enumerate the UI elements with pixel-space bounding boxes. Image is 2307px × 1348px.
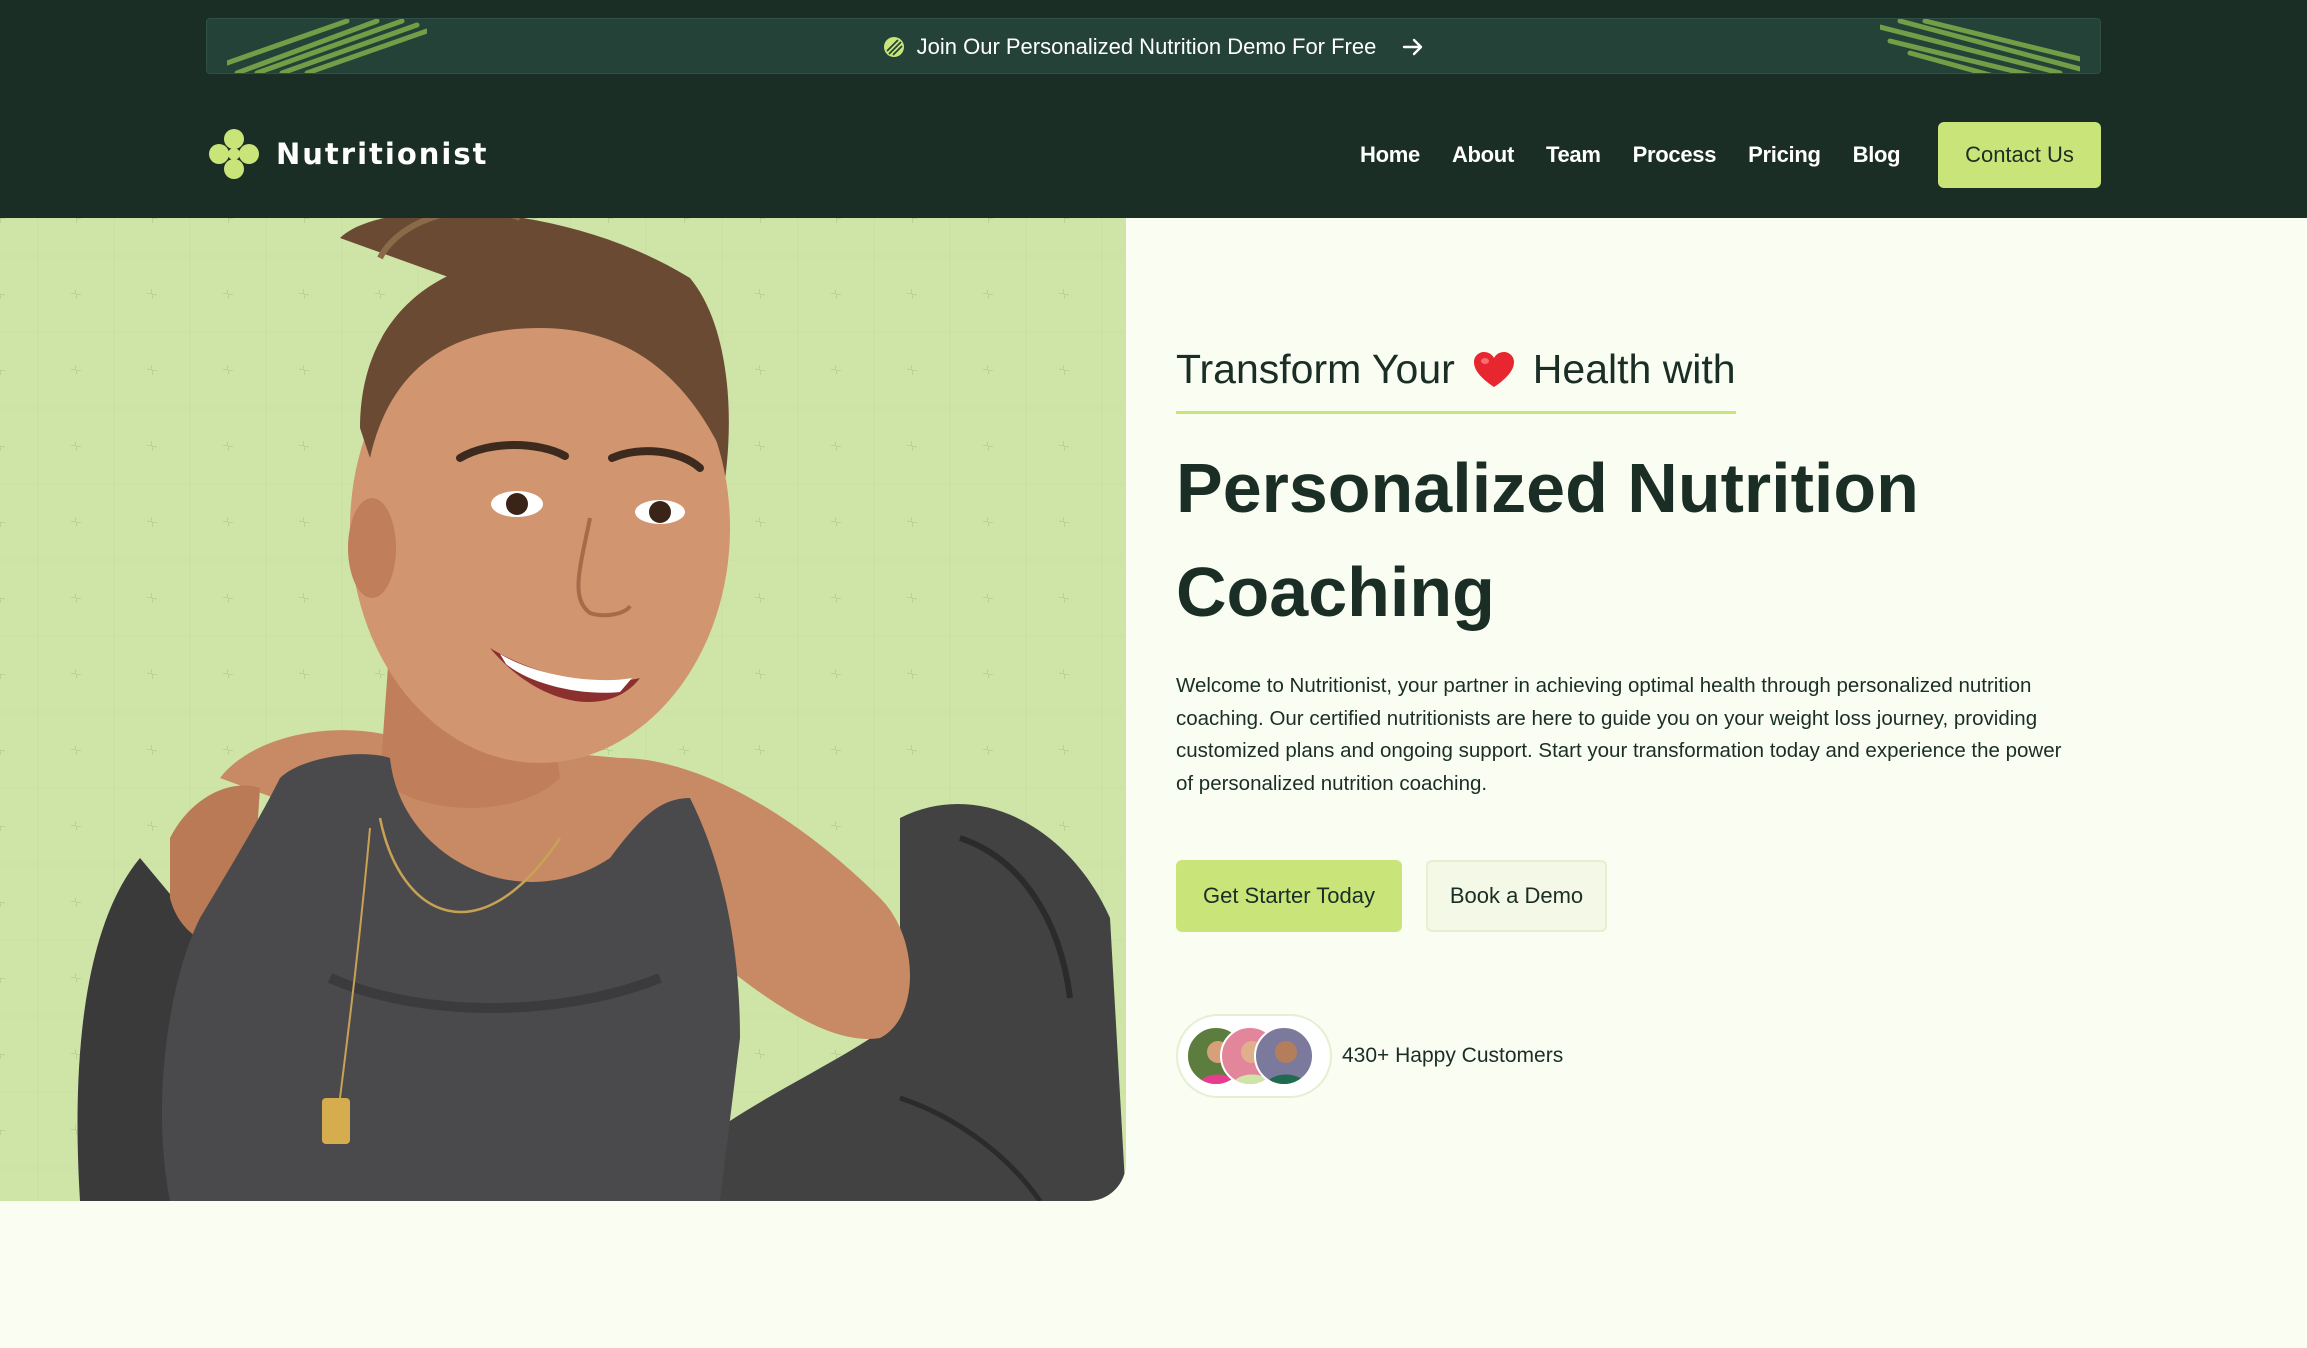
leaf-ball-icon [883,37,904,57]
get-started-button[interactable]: Get Starter Today [1176,860,1402,932]
nav-item-process[interactable]: Process [1633,142,1717,168]
nav-item-home[interactable]: Home [1360,142,1420,168]
hero-eyebrow: Transform Your Health with [1176,346,1736,414]
contact-us-button[interactable]: Contact Us [1938,122,2101,188]
avatar-group [1176,1014,1332,1098]
nav-item-team[interactable]: Team [1546,142,1601,168]
promo-banner[interactable]: Join Our Personalized Nutrition Demo For… [206,18,2101,74]
site-header: Join Our Personalized Nutrition Demo For… [0,0,2307,218]
hero-description: Welcome to Nutritionist, your partner in… [1176,674,2062,795]
eyebrow-text-after: Health with [1532,346,1736,392]
customers-count: 430+ Happy Customers [1342,1044,1564,1067]
arrow-right-icon[interactable] [1402,36,1424,58]
promo-content: Join Our Personalized Nutrition Demo For… [207,19,2100,73]
heart-icon [1473,351,1514,387]
eyebrow-text-before: Transform Your [1176,346,1455,392]
happy-customers: 430+ Happy Customers [1176,1014,1563,1098]
clover-logo-icon [209,129,259,179]
brand-name: Nutritionist [276,137,489,171]
promo-text[interactable]: Join Our Personalized Nutrition Demo For… [917,34,1377,60]
hero-headline: Personalized Nutrition Coaching [1176,449,1919,631]
avatar [1254,1026,1314,1086]
nav-item-pricing[interactable]: Pricing [1748,142,1821,168]
hero-image [0,218,1126,1201]
brand-logo[interactable]: Nutritionist [206,126,488,182]
book-demo-button[interactable]: Book a Demo [1426,860,1607,932]
nav-item-blog[interactable]: Blog [1853,142,1901,168]
woman-photo [77,218,1126,1201]
main-nav: Home About Team Process Pricing Blog [1360,135,1932,175]
nav-item-about[interactable]: About [1452,142,1514,168]
